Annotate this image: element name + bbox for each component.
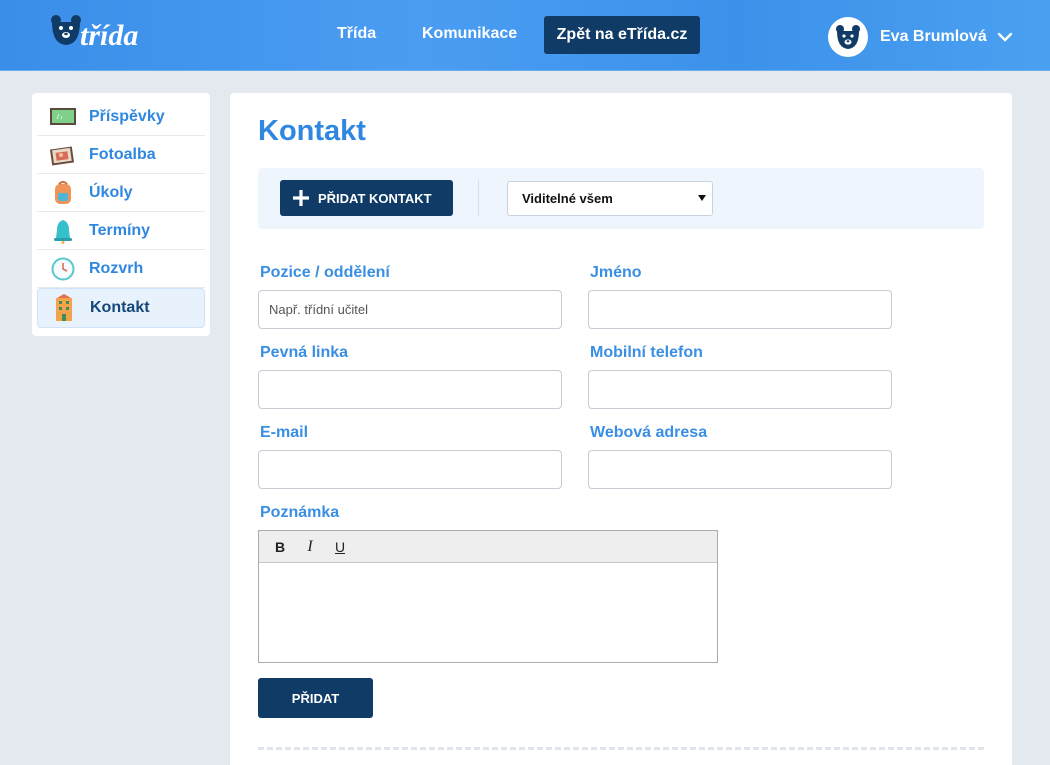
position-input[interactable] — [258, 290, 562, 329]
sidebar-item-label: Příspěvky — [89, 107, 165, 125]
chevron-down-icon — [997, 32, 1012, 42]
editor-toolbar: B I U — [259, 531, 717, 563]
page-title: Kontakt — [258, 115, 366, 147]
building-icon — [50, 294, 78, 321]
photo-album-icon — [49, 142, 77, 168]
back-to-etrida-button[interactable]: Zpět na eTřída.cz — [544, 16, 700, 54]
sidebar-item-label: Rozvrh — [89, 259, 144, 277]
etrida-logo[interactable]: třída — [50, 14, 190, 56]
bell-icon — [49, 218, 77, 244]
sidebar-item-fotoalba[interactable]: Fotoalba — [37, 136, 205, 174]
sidebar-item-rozvrh[interactable]: Rozvrh — [37, 250, 205, 288]
main-content: Kontakt PŘIDAT KONTAKT Viditelné všem Po… — [230, 93, 1012, 765]
note-editor: B I U — [258, 530, 718, 663]
sidebar-item-ukoly[interactable]: Úkoly — [37, 174, 205, 212]
user-name: Eva Brumlová — [880, 28, 987, 45]
sidebar-item-label: Kontakt — [90, 299, 150, 316]
visibility-value: Viditelné všem — [522, 191, 613, 206]
note-label: Poznámka — [260, 504, 340, 521]
name-label: Jméno — [590, 264, 642, 281]
note-textarea[interactable] — [259, 563, 717, 662]
nav-komunikace[interactable]: Komunikace — [422, 25, 517, 43]
svg-text:třída: třída — [80, 19, 138, 52]
sidebar: Příspěvky Fotoalba Úkoly Termíny Rozvrh … — [32, 93, 210, 336]
caret-down-icon — [698, 195, 706, 201]
phone-input[interactable] — [258, 370, 562, 409]
visibility-select[interactable]: Viditelné všem — [507, 181, 713, 216]
email-label: E-mail — [260, 424, 309, 441]
email-input[interactable] — [258, 450, 562, 489]
plus-icon — [293, 190, 309, 206]
mobile-input[interactable] — [588, 370, 892, 409]
add-contact-label: PŘIDAT KONTAKT — [318, 190, 432, 206]
mobile-label: Mobilní telefon — [590, 344, 703, 361]
add-contact-button[interactable]: PŘIDAT KONTAKT — [280, 180, 453, 216]
sidebar-item-terminy[interactable]: Termíny — [37, 212, 205, 250]
submit-button[interactable]: PŘIDAT — [258, 678, 373, 718]
sidebar-item-label: Termíny — [89, 221, 151, 239]
avatar — [828, 17, 868, 57]
toolbar: PŘIDAT KONTAKT Viditelné všem — [258, 168, 984, 229]
bear-logo-icon: třída — [51, 15, 138, 52]
backpack-icon — [49, 180, 77, 206]
sidebar-item-prispevky[interactable]: Příspěvky — [37, 98, 205, 136]
toolbar-divider — [478, 180, 479, 216]
sidebar-item-label: Úkoly — [89, 183, 133, 201]
sidebar-item-kontakt[interactable]: Kontakt — [37, 288, 205, 328]
user-menu[interactable]: Eva Brumlová — [828, 17, 1013, 57]
bold-button[interactable]: B — [269, 536, 291, 558]
position-label: Pozice / oddělení — [260, 264, 390, 281]
nav-trida[interactable]: Třída — [337, 25, 376, 43]
italic-button[interactable]: I — [299, 536, 321, 558]
bear-avatar-icon — [836, 25, 860, 49]
web-label: Webová adresa — [590, 424, 708, 441]
name-input[interactable] — [588, 290, 892, 329]
web-input[interactable] — [588, 450, 892, 489]
underline-button[interactable]: U — [329, 536, 351, 558]
section-divider — [258, 747, 984, 750]
clock-icon — [49, 256, 77, 282]
sidebar-item-label: Fotoalba — [89, 145, 156, 163]
top-bar: třída Třída Komunikace Zpět na eTřída.cz… — [0, 0, 1050, 71]
chalkboard-icon — [49, 104, 77, 130]
phone-label: Pevná linka — [260, 344, 349, 361]
